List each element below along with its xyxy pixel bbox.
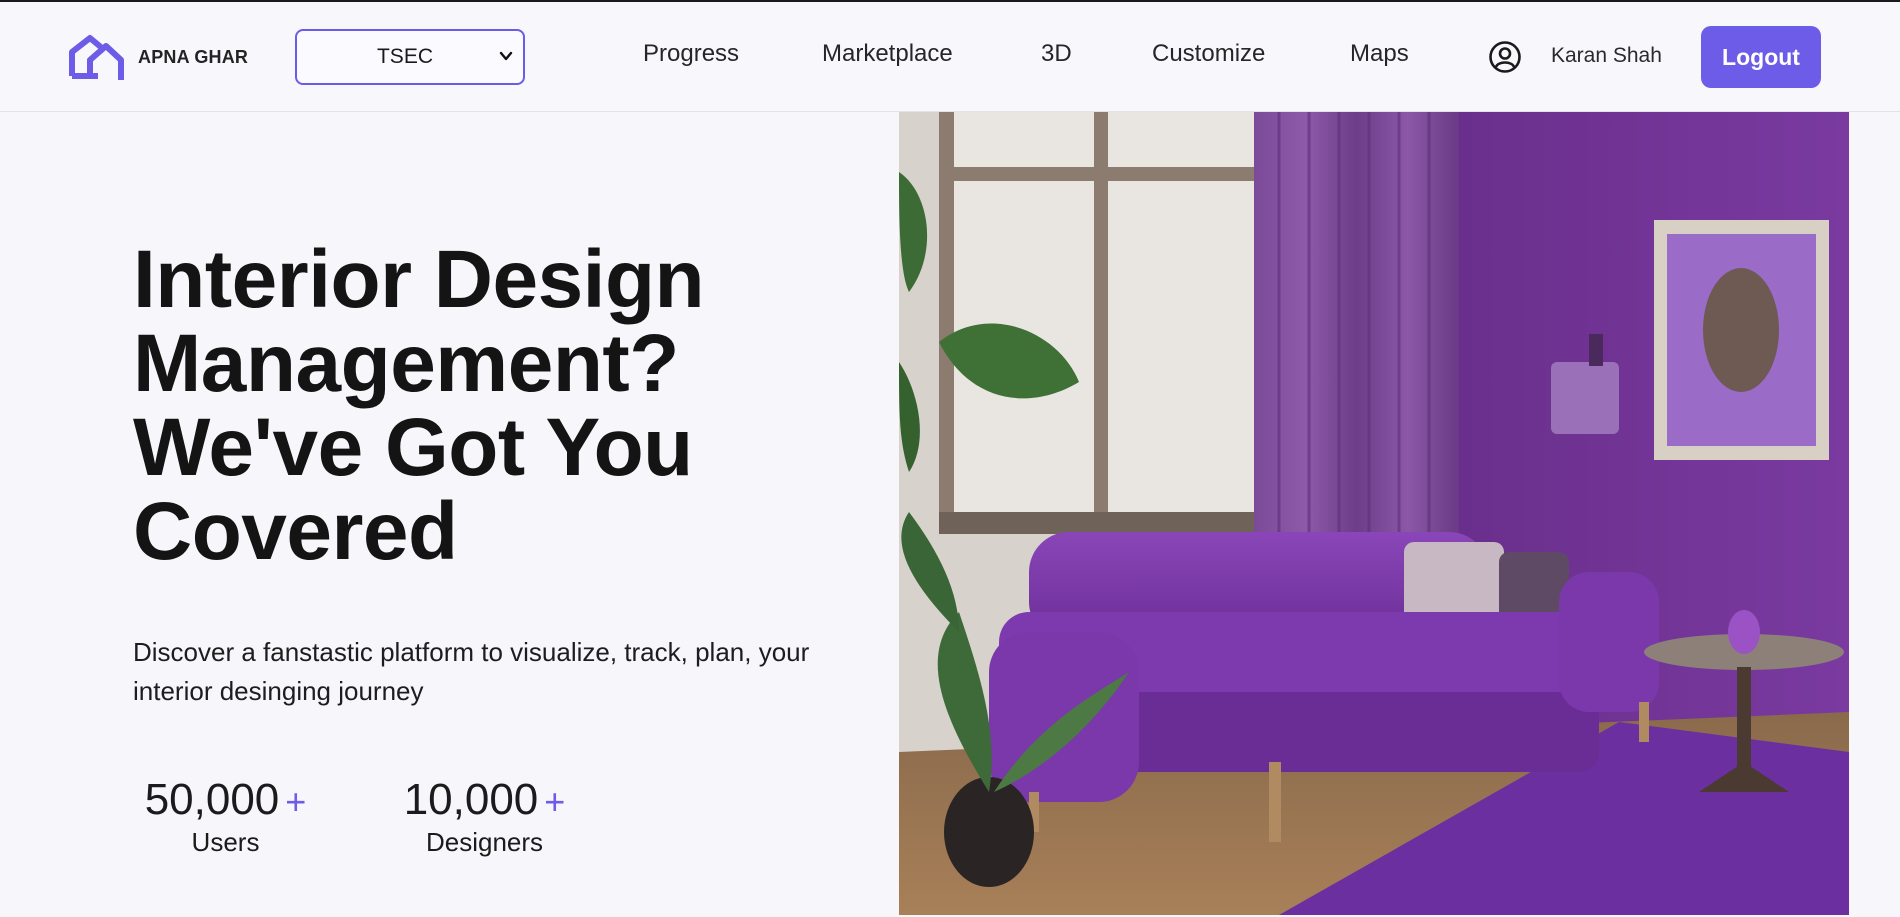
nav-progress[interactable]: Progress <box>643 40 739 68</box>
stat-label: Users <box>191 827 260 857</box>
hero-title-line: We've Got You <box>133 402 693 493</box>
nav-customize[interactable]: Customize <box>1152 40 1265 68</box>
hero-image <box>899 112 1849 915</box>
hero-subtitle: Discover a fanstastic platform to visual… <box>133 637 810 706</box>
plus-icon: + <box>544 781 566 822</box>
stat-value: 50,000 + <box>133 775 318 825</box>
stat-value: 10,000 + <box>397 775 572 825</box>
brand[interactable]: APNA GHAR <box>68 32 248 82</box>
user-circle-icon[interactable] <box>1488 40 1522 74</box>
logout-button[interactable]: Logout <box>1701 26 1821 88</box>
hero-title-line: Management? <box>133 318 679 409</box>
navbar: APNA GHAR TSEC Progress Marketplace 3D C… <box>0 2 1900 112</box>
hero-title-line: Covered <box>133 486 458 577</box>
nav-maps[interactable]: Maps <box>1350 40 1409 68</box>
chevron-down-icon <box>499 51 513 61</box>
stat-designers: 10,000 + Designers <box>397 775 572 858</box>
stat-number: 50,000 <box>144 775 280 824</box>
nav-3d[interactable]: 3D <box>1041 40 1072 68</box>
project-select[interactable]: TSEC <box>295 29 525 85</box>
hero-title: Interior Design Management? We've Got Yo… <box>133 238 833 574</box>
plus-icon: + <box>285 781 307 822</box>
house-logo-icon <box>68 32 124 82</box>
stat-label: Designers <box>425 827 544 857</box>
user-name[interactable]: Karan Shah <box>1551 44 1662 68</box>
project-select-value: TSEC <box>376 45 433 68</box>
brand-name: APNA GHAR <box>138 46 249 67</box>
hero-title-line: Interior Design <box>133 234 705 325</box>
stat-users: 50,000 + Users <box>133 775 318 858</box>
nav-marketplace[interactable]: Marketplace <box>822 40 953 68</box>
stat-number: 10,000 <box>403 775 539 824</box>
